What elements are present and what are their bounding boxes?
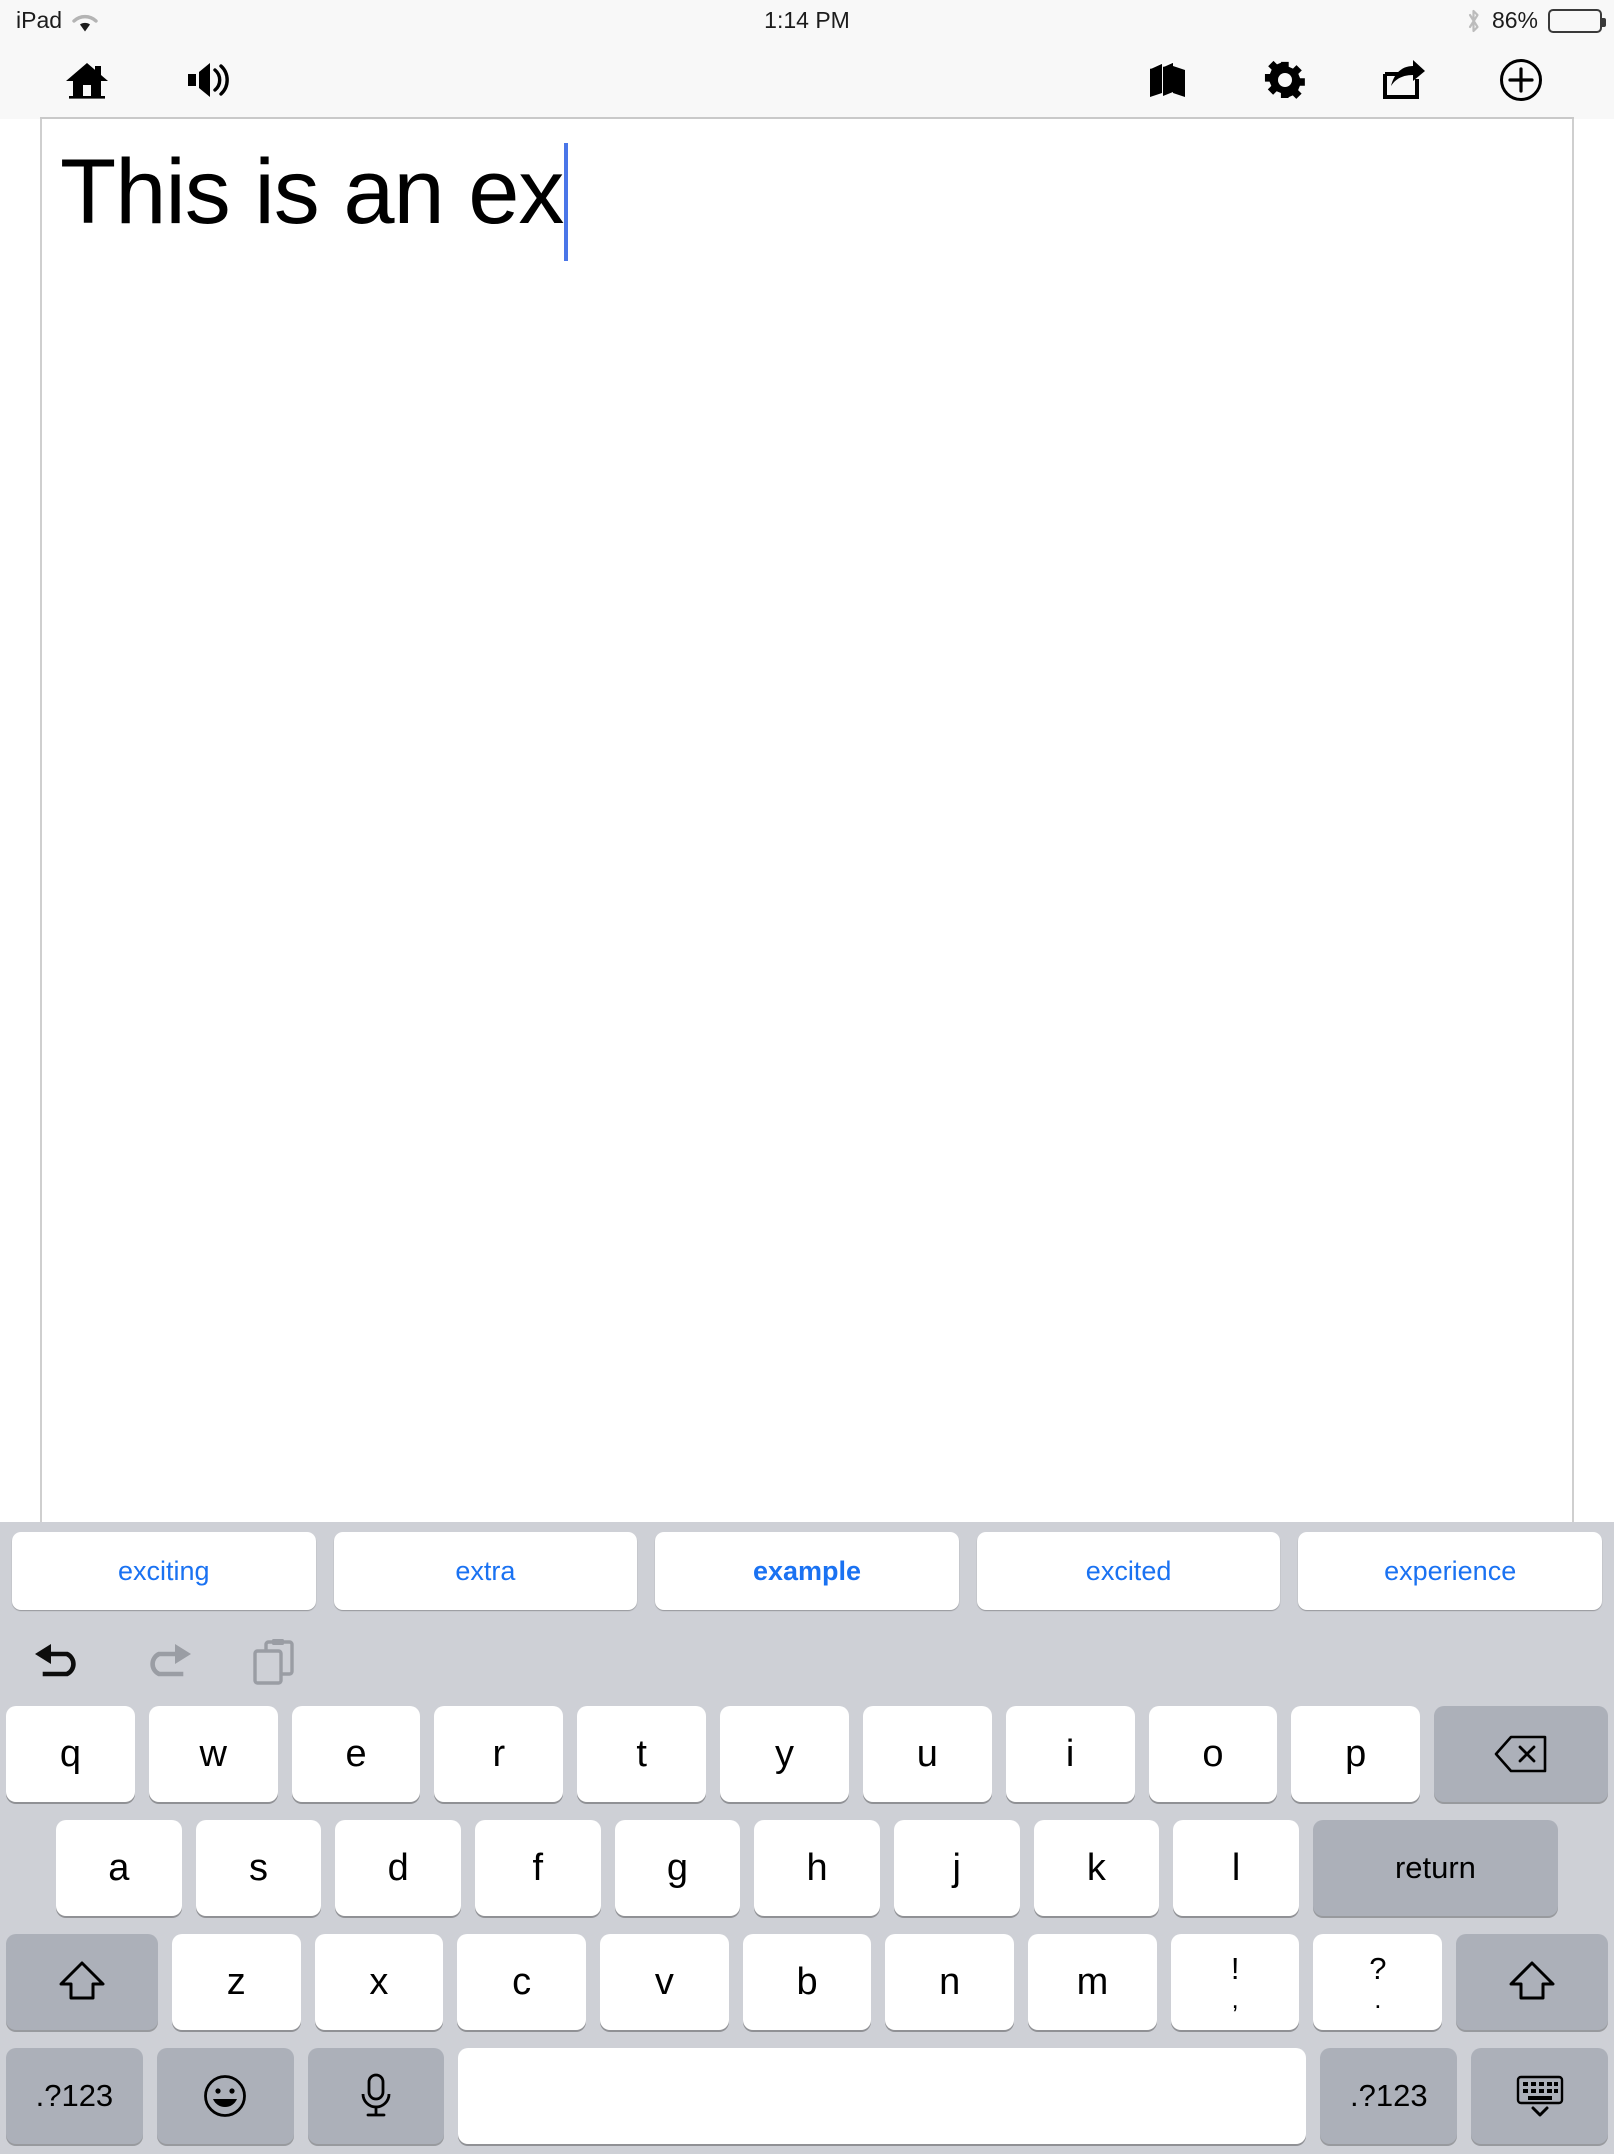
status-bar-right: 86% bbox=[1465, 7, 1606, 34]
undo-icon[interactable] bbox=[28, 1634, 90, 1692]
key-l[interactable]: l bbox=[1173, 1820, 1299, 1916]
suggestion-chip[interactable]: example bbox=[655, 1532, 959, 1610]
microphone-icon[interactable] bbox=[307, 2048, 445, 2144]
emoji-icon[interactable] bbox=[156, 2048, 294, 2144]
key-g[interactable]: g bbox=[614, 1820, 741, 1916]
paste-icon bbox=[244, 1634, 306, 1692]
key-m[interactable]: m bbox=[1028, 1934, 1157, 2030]
key-v[interactable]: v bbox=[599, 1934, 729, 2030]
key-e[interactable]: e bbox=[291, 1706, 421, 1802]
key-z[interactable]: z bbox=[171, 1934, 301, 2030]
key-c[interactable]: c bbox=[457, 1934, 586, 2030]
home-icon[interactable] bbox=[64, 57, 110, 103]
speaker-icon[interactable] bbox=[186, 57, 232, 103]
key-question-period[interactable]: ? . bbox=[1313, 1934, 1443, 2030]
key-primary-label: ? bbox=[1369, 1950, 1387, 1986]
key-n[interactable]: n bbox=[885, 1934, 1015, 2030]
suggestion-chip[interactable]: experience bbox=[1298, 1532, 1602, 1610]
numeric-key-left[interactable]: .?123 bbox=[6, 2048, 143, 2144]
books-icon[interactable] bbox=[1144, 57, 1190, 103]
on-screen-keyboard: q w e r t y u i o p a s d f g h j k l re… bbox=[0, 1706, 1614, 2154]
shift-right-key[interactable] bbox=[1456, 1934, 1609, 2030]
toolbar-right-group bbox=[1144, 57, 1544, 103]
key-i[interactable]: i bbox=[1005, 1706, 1135, 1802]
key-r[interactable]: r bbox=[434, 1706, 564, 1802]
keyboard-dismiss-icon[interactable] bbox=[1471, 2048, 1608, 2144]
plus-circle-icon[interactable] bbox=[1498, 57, 1544, 103]
keyboard-row-3: z x c v b n m ! , ? . bbox=[6, 1934, 1609, 2030]
autocorrect-suggestion-bar: exciting extra example excited experienc… bbox=[0, 1522, 1614, 1620]
document-text-line: This is an ex bbox=[60, 141, 1572, 261]
share-icon[interactable] bbox=[1380, 57, 1426, 103]
battery-icon bbox=[1548, 8, 1606, 33]
gear-icon[interactable] bbox=[1262, 57, 1308, 103]
key-t[interactable]: t bbox=[577, 1706, 707, 1802]
edit-actions-row bbox=[0, 1620, 1614, 1706]
app-toolbar bbox=[0, 41, 1614, 119]
return-key[interactable]: return bbox=[1312, 1820, 1558, 1916]
key-p[interactable]: p bbox=[1291, 1706, 1421, 1802]
key-x[interactable]: x bbox=[314, 1934, 444, 2030]
suggestion-chip[interactable]: excited bbox=[976, 1532, 1281, 1610]
key-a[interactable]: a bbox=[56, 1820, 182, 1916]
key-k[interactable]: k bbox=[1033, 1820, 1160, 1916]
battery-percent: 86% bbox=[1491, 7, 1538, 33]
key-u[interactable]: u bbox=[862, 1706, 992, 1802]
shift-left-key[interactable] bbox=[6, 1934, 158, 2030]
bluetooth-icon bbox=[1465, 8, 1482, 34]
key-secondary-label: , bbox=[1231, 1983, 1239, 2014]
toolbar-left-group bbox=[64, 57, 232, 103]
key-q[interactable]: q bbox=[6, 1706, 135, 1802]
document-text: This is an ex bbox=[60, 141, 564, 243]
status-bar-time: 1:14 PM bbox=[764, 7, 850, 33]
numeric-key-right[interactable]: .?123 bbox=[1320, 2048, 1458, 2144]
key-o[interactable]: o bbox=[1148, 1706, 1278, 1802]
document-editor[interactable]: This is an ex bbox=[40, 119, 1574, 1522]
text-caret bbox=[564, 143, 569, 261]
status-bar: iPad 1:14 PM 86% bbox=[0, 0, 1614, 41]
key-primary-label: ! bbox=[1230, 1950, 1240, 1986]
key-exclamation-comma[interactable]: ! , bbox=[1170, 1934, 1300, 2030]
backspace-key[interactable] bbox=[1434, 1706, 1609, 1802]
key-f[interactable]: f bbox=[474, 1820, 601, 1916]
keyboard-row-4: .?123 .?123 bbox=[6, 2048, 1608, 2144]
key-h[interactable]: h bbox=[754, 1820, 880, 1916]
key-d[interactable]: d bbox=[335, 1820, 461, 1916]
keyboard-row-2: a s d f g h j k l return bbox=[6, 1820, 1608, 1916]
key-j[interactable]: j bbox=[893, 1820, 1020, 1916]
space-key[interactable] bbox=[458, 2048, 1307, 2144]
key-s[interactable]: s bbox=[195, 1820, 322, 1916]
key-w[interactable]: w bbox=[148, 1706, 278, 1802]
redo-icon bbox=[136, 1634, 198, 1692]
keyboard-row-1: q w e r t y u i o p bbox=[6, 1706, 1609, 1802]
suggestion-chip[interactable]: extra bbox=[333, 1532, 638, 1610]
suggestion-chip[interactable]: exciting bbox=[12, 1532, 316, 1610]
key-y[interactable]: y bbox=[720, 1706, 849, 1802]
key-secondary-label: . bbox=[1374, 1983, 1382, 2014]
key-b[interactable]: b bbox=[742, 1934, 872, 2030]
